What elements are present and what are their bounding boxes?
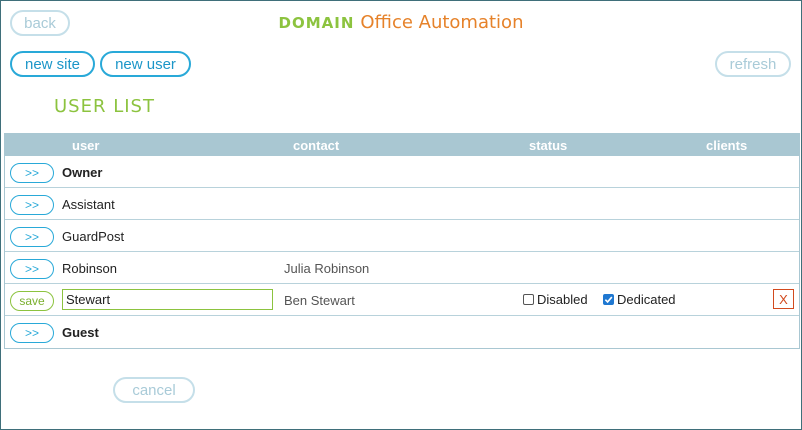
column-header-clients: clients: [706, 138, 748, 153]
save-button[interactable]: save: [10, 291, 54, 311]
disabled-checkbox[interactable]: Disabled: [523, 292, 588, 307]
user-name: Owner: [62, 165, 103, 180]
refresh-button[interactable]: refresh: [715, 51, 791, 77]
new-user-button[interactable]: new user: [100, 51, 191, 77]
table-row: >> Owner: [5, 156, 799, 188]
user-name-input[interactable]: [62, 289, 273, 310]
new-site-button[interactable]: new site: [10, 51, 95, 77]
app-name: Office Automation: [360, 12, 524, 33]
dedicated-checkbox[interactable]: Dedicated: [603, 292, 676, 307]
user-contact: Julia Robinson: [284, 261, 370, 276]
table-row: >> Assistant: [5, 188, 799, 220]
page-title: DOMAIN Office Automation: [1, 12, 801, 33]
open-user-button[interactable]: >>: [10, 163, 54, 183]
user-table: user contact status clients >> Owner >> …: [4, 133, 800, 349]
column-header-user: user: [72, 138, 100, 153]
column-header-contact: contact: [293, 138, 340, 153]
user-name: Assistant: [62, 197, 115, 212]
user-name: Guest: [62, 325, 99, 340]
open-user-button[interactable]: >>: [10, 195, 54, 215]
user-name: Robinson: [62, 261, 117, 276]
user-list-title: USER LIST: [54, 96, 155, 117]
dedicated-checkbox-box[interactable]: [603, 294, 614, 305]
checkmark-icon: [604, 296, 613, 304]
domain-label: DOMAIN: [278, 14, 355, 32]
user-name: GuardPost: [62, 229, 125, 244]
column-header-status: status: [529, 138, 568, 153]
dedicated-checkbox-label: Dedicated: [617, 292, 676, 307]
disabled-checkbox-box[interactable]: [523, 294, 534, 305]
cancel-button[interactable]: cancel: [113, 377, 195, 403]
app-window: back DOMAIN Office Automation new site ne…: [0, 0, 802, 430]
open-user-button[interactable]: >>: [10, 323, 54, 343]
table-row: >> Guest: [5, 316, 799, 348]
table-row: >> Robinson Julia Robinson: [5, 252, 799, 284]
open-user-button[interactable]: >>: [10, 259, 54, 279]
table-row-editing: save Ben Stewart Disabled Dedicated X: [5, 284, 799, 316]
table-row: >> GuardPost: [5, 220, 799, 252]
disabled-checkbox-label: Disabled: [537, 292, 588, 307]
table-header: user contact status clients: [5, 134, 799, 156]
open-user-button[interactable]: >>: [10, 227, 54, 247]
delete-user-button[interactable]: X: [773, 289, 794, 309]
user-contact: Ben Stewart: [284, 293, 355, 308]
